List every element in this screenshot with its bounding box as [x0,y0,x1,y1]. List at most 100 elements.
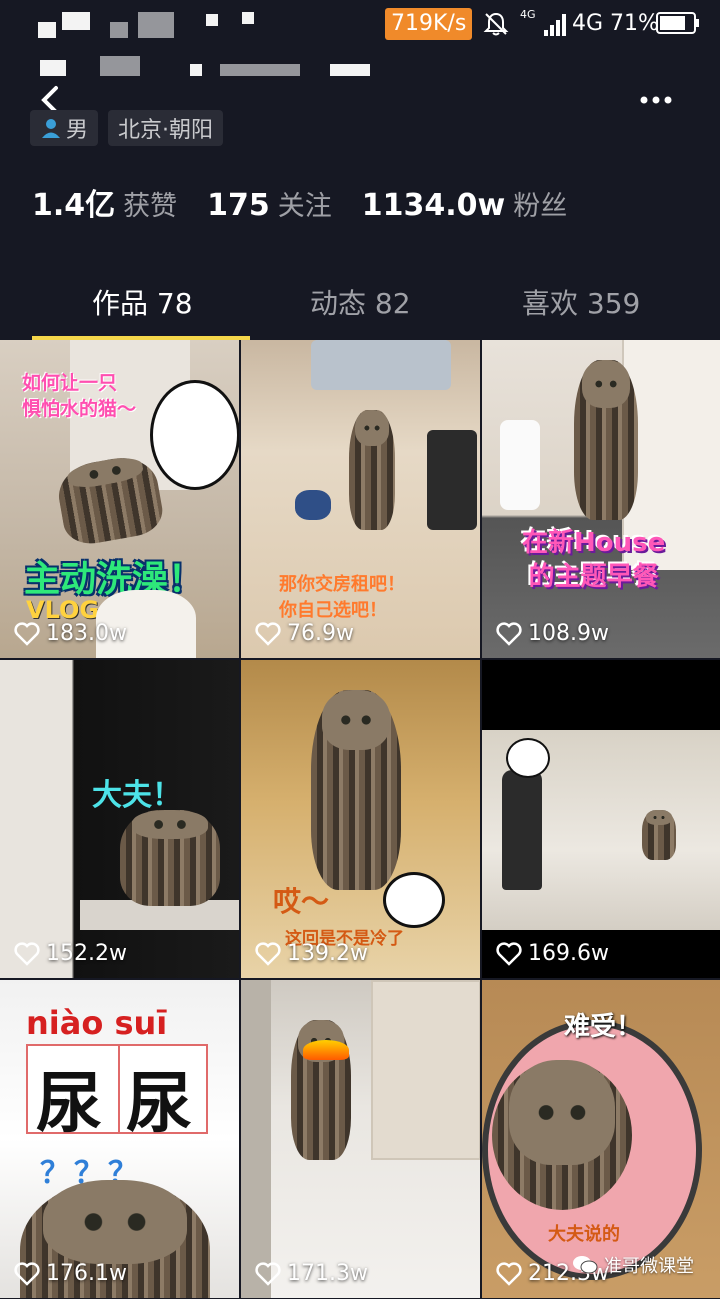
blurred-text [40,60,66,76]
like-count-label: 152.2w [46,941,127,966]
video-thumbnail[interactable]: 难受！ 大夫说的 212.3w [482,980,720,1298]
paper-roll-shape [500,420,540,510]
slipper-shape [295,490,331,520]
video-thumbnail[interactable]: 如何让一只 惧怕水的猫～ 主动洗澡！ VLOG 183.0w [0,340,239,658]
watermark-label: 准哥微课堂 [604,1256,694,1277]
tab-moments[interactable]: 动态 82 [310,282,411,322]
fire-effect-icon [303,1040,349,1060]
panda-meme-icon [383,872,445,928]
heart-icon [255,1261,281,1286]
cat-figure [574,360,638,520]
like-count: 139.2w [255,941,368,966]
heart-icon [255,621,281,646]
stat-label: 获赞 [123,191,178,222]
pinyin-label: niào suī [26,1004,168,1042]
stat-following[interactable]: 175 关注 [207,184,332,223]
video-thumbnail[interactable]: 大夫！ 152.2w [0,660,239,978]
heart-icon [14,941,40,966]
mute-bell-icon [483,12,509,36]
like-count: 176.1w [14,1261,127,1286]
cat-figure [120,810,220,906]
like-count-label: 139.2w [287,941,368,966]
profile-tabs: 作品 78 动态 82 喜欢 359 [0,270,720,340]
hanzi-char: 尿 [36,1064,102,1142]
stat-followers[interactable]: 1134.0w 粉丝 [362,184,567,223]
status-bar: 719K/s 4G 4G 71% [0,0,720,76]
heart-icon [14,1261,40,1286]
like-count: 108.9w [496,621,609,646]
video-thumbnail[interactable]: 171.3w [241,980,480,1298]
more-options-icon[interactable] [636,86,676,114]
stat-number: 175 [207,188,270,223]
stat-number: 1134.0w [361,188,506,223]
panda-meme-icon [506,738,550,778]
sofa-shape [311,340,451,390]
video-thumbnail[interactable]: 哎～ 这回是不是冷了 139.2w [241,660,480,978]
blurred-text [330,64,370,76]
heart-icon [496,941,522,966]
like-count: 183.0w [14,621,127,646]
profile-stats: 1.4亿 获赞 175 关注 1134.0w 粉丝 [32,180,567,224]
panda-meme-icon [150,380,239,490]
stat-label: 关注 [277,191,332,222]
heart-icon [496,1261,522,1286]
like-count: 152.2w [14,941,127,966]
stat-likes[interactable]: 1.4亿 获赞 [32,180,177,224]
stat-label: 粉丝 [513,191,568,222]
wall-shape [241,980,271,1298]
gender-label: 男 [66,118,89,143]
person-figure [502,770,542,890]
video-caption-main: 在新House 的主题早餐 [522,528,666,592]
like-count-label: 76.9w [287,621,354,646]
blurred-text [138,12,174,38]
like-count-label: 108.9w [528,621,609,646]
blurred-text [62,12,90,30]
like-count: 171.3w [255,1261,368,1286]
battery-icon [656,12,699,34]
location-label: 北京·朝阳 [118,118,214,143]
like-count-label: 171.3w [287,1261,368,1286]
video-thumbnail[interactable]: niào suī 尿 尿 ？？？ 176.1w [0,980,239,1298]
video-caption-sub: 大夫说的 [548,1224,620,1245]
blurred-text [190,64,202,76]
vlog-tag: VLOG [26,596,100,624]
video-caption-top: 如何让一只 惧怕水的猫～ [22,372,137,420]
heart-icon [14,621,40,646]
heart-icon [255,941,281,966]
like-count: 169.6w [496,941,609,966]
person-icon [42,119,60,138]
video-thumbnail[interactable]: 169.6w [482,660,720,978]
blurred-text [220,64,300,76]
battery-percent: 71% [610,11,659,36]
network-type: 4G [572,11,604,36]
heart-icon [496,621,522,646]
like-count: 76.9w [255,621,354,646]
blurred-text [206,14,218,26]
gender-tag: 男 [30,110,99,146]
cat-figure [311,690,401,890]
cat-figure [492,1060,632,1210]
tab-liked[interactable]: 喜欢 359 [522,282,640,322]
video-thumbnail[interactable]: 那你交房租吧！ 你自己选吧！ 76.9w [241,340,480,658]
video-thumbnail[interactable]: 在新House 的主题早餐 108.9w [482,340,720,658]
video-caption-main: 大夫！ [92,778,182,813]
watermark: 准哥微课堂 [572,1252,694,1278]
cat-figure [642,810,676,860]
blurred-text [100,56,140,76]
blurred-text [242,12,254,24]
network-speed-badge: 719K/s [385,8,473,40]
cat-figure [349,410,395,530]
bin-shape [427,430,477,530]
cabinet-shape [371,980,480,1160]
tab-works[interactable]: 作品 78 [92,282,193,322]
network-small-label: 4G [520,8,536,21]
hanzi-char: 尿 [126,1064,192,1142]
wechat-icon [573,1256,598,1274]
video-caption-main: 难受！ [564,1012,643,1042]
like-count-label: 176.1w [46,1261,127,1286]
video-caption-main: 哎～ [273,885,330,918]
blurred-text [110,22,128,38]
video-caption-bottom: 那你交房租吧！ 你自己选吧！ [279,574,405,621]
profile-tags: 男 北京·朝阳 [30,110,224,146]
location-tag: 北京·朝阳 [108,110,224,146]
